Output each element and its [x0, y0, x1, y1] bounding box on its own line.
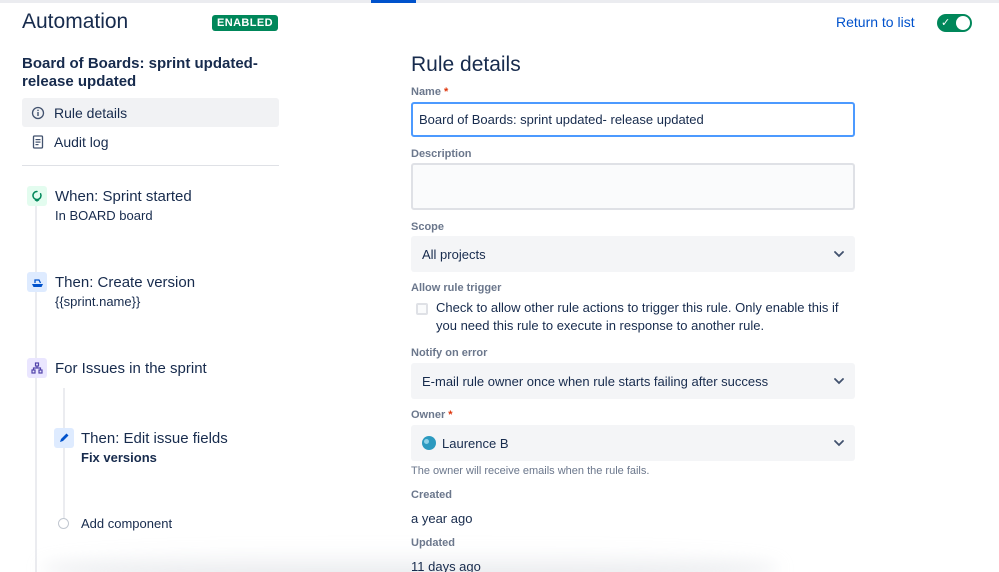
created-value: a year ago	[411, 511, 473, 526]
rule-enabled-toggle[interactable]: ✓	[937, 14, 972, 32]
tree-line-main	[35, 206, 37, 572]
allow-trigger-checkbox[interactable]	[416, 303, 428, 315]
rule-name-input[interactable]: Board of Boards: sprint updated- release…	[411, 102, 855, 137]
component-subtitle: Fix versions	[81, 450, 157, 465]
component-subtitle: {{sprint.name}}	[55, 294, 141, 309]
chevron-down-icon	[832, 436, 846, 453]
notify-select[interactable]: E-mail rule owner once when rule starts …	[411, 363, 855, 399]
nav-item-label: Audit log	[54, 133, 109, 150]
chevron-down-icon	[832, 247, 846, 264]
notify-label: Notify on error	[411, 347, 488, 359]
scope-label: Scope	[411, 221, 445, 233]
component-title[interactable]: For Issues in the sprint	[55, 360, 207, 377]
toggle-knob	[956, 16, 970, 30]
updated-value: 11 days ago	[411, 559, 481, 572]
trigger-icon	[27, 186, 47, 206]
created-label: Created	[411, 489, 452, 501]
ship-icon	[27, 272, 47, 292]
component-subtitle: In BOARD board	[55, 208, 153, 223]
description-textarea[interactable]	[411, 163, 855, 210]
scope-select-value: All projects	[422, 246, 486, 262]
owner-select-value: Laurence B	[442, 435, 509, 451]
owner-helper-text: The owner will receive emails when the r…	[411, 465, 650, 477]
component-title[interactable]: When: Sprint started	[55, 188, 192, 205]
rule-name-heading: Board of Boards: sprint updated- release…	[22, 55, 258, 90]
required-marker: *	[445, 409, 453, 421]
description-label: Description	[411, 148, 472, 160]
owner-label: Owner *	[411, 409, 453, 421]
avatar	[422, 436, 436, 450]
required-marker: *	[440, 86, 449, 98]
top-border	[0, 0, 999, 3]
scope-select[interactable]: All projects	[411, 236, 855, 272]
updated-label: Updated	[411, 537, 455, 549]
tree-line-branch	[63, 388, 65, 523]
component-title[interactable]: Then: Edit issue fields	[81, 430, 228, 447]
document-icon	[22, 134, 54, 149]
nav-item-label: Rule details	[54, 104, 128, 121]
nav-item-audit-log[interactable]: Audit log	[22, 127, 279, 156]
sidebar-divider	[22, 165, 279, 166]
return-to-list-link[interactable]: Return to list	[836, 14, 915, 30]
status-badge: ENABLED	[212, 15, 278, 31]
nav-item-rule-details[interactable]: Rule details	[22, 98, 279, 127]
name-label: Name *	[411, 86, 449, 98]
info-icon	[22, 106, 54, 120]
chevron-down-icon	[832, 374, 846, 391]
add-component-button[interactable]: Add component	[81, 516, 172, 531]
active-tab-indicator	[371, 0, 416, 3]
page-title: Automation	[22, 10, 129, 33]
allow-trigger-text: Check to allow other rule actions to tri…	[436, 300, 839, 333]
pencil-icon	[54, 428, 74, 448]
bottom-shadow	[40, 548, 780, 572]
branch-icon	[27, 358, 47, 378]
allow-trigger-label: Allow rule trigger	[411, 282, 502, 294]
notify-select-value: E-mail rule owner once when rule starts …	[422, 373, 769, 389]
section-title: Rule details	[411, 53, 521, 76]
owner-select[interactable]: Laurence B	[411, 425, 855, 461]
add-component-dot[interactable]	[58, 518, 69, 529]
component-title[interactable]: Then: Create version	[55, 274, 195, 291]
check-icon: ✓	[941, 17, 951, 29]
